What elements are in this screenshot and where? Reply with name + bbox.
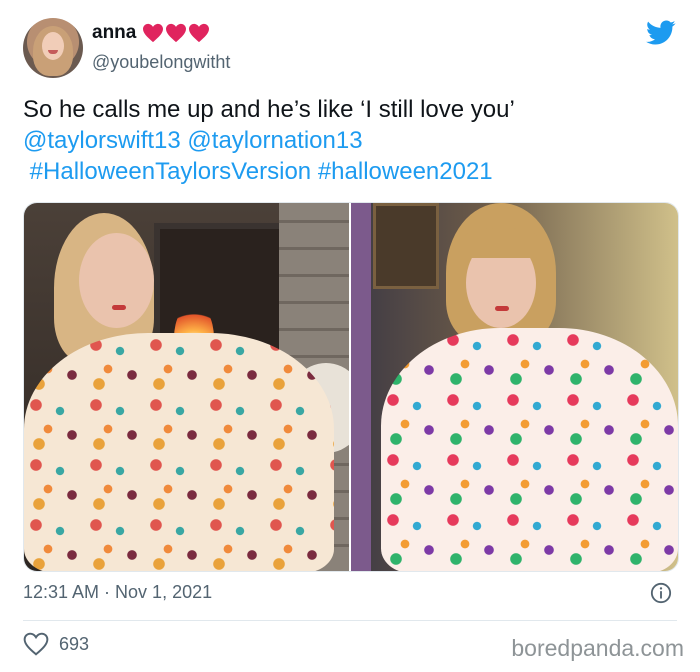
- photo-right[interactable]: [351, 203, 678, 571]
- tweet-timestamp[interactable]: 12:31 AM · Nov 1, 2021: [23, 582, 212, 603]
- display-name[interactable]: anna: [92, 22, 136, 44]
- lips: [112, 305, 126, 310]
- tweet-text: So he calls me up and he’s like ‘I still…: [23, 94, 683, 187]
- heart-icon: [166, 23, 187, 43]
- twitter-bird-icon[interactable]: [646, 20, 676, 46]
- avatar[interactable]: [23, 18, 83, 78]
- face: [79, 233, 154, 328]
- hashtag-link[interactable]: #HalloweenTaylorsVersion: [30, 158, 311, 185]
- hashtag-link[interactable]: #halloween2021: [318, 158, 493, 185]
- tweet-text-line: So he calls me up and he’s like ‘I still…: [23, 96, 515, 123]
- name-hearts: [142, 23, 210, 43]
- curtain: [351, 203, 371, 571]
- divider: [23, 620, 677, 621]
- heart-icon: [143, 23, 164, 43]
- heart-outline-icon[interactable]: [23, 632, 49, 656]
- like-count: 693: [59, 633, 90, 654]
- author-handle[interactable]: @youbelongwitht: [92, 52, 230, 73]
- mention-link[interactable]: @taylornation13: [187, 127, 362, 154]
- mention-link[interactable]: @taylorswift13: [23, 127, 181, 154]
- tweet-media[interactable]: [23, 202, 679, 572]
- author-name-row: anna: [92, 22, 210, 44]
- pajamas: [24, 333, 334, 571]
- watermark: boredpanda.com: [511, 635, 684, 661]
- lips: [495, 306, 509, 311]
- photo-left[interactable]: [24, 203, 349, 571]
- like-action[interactable]: 693: [23, 632, 89, 656]
- bangs: [463, 228, 539, 258]
- heart-icon: [189, 23, 210, 43]
- pajamas: [381, 328, 678, 571]
- picture-frame: [373, 203, 439, 289]
- info-icon[interactable]: [650, 582, 672, 604]
